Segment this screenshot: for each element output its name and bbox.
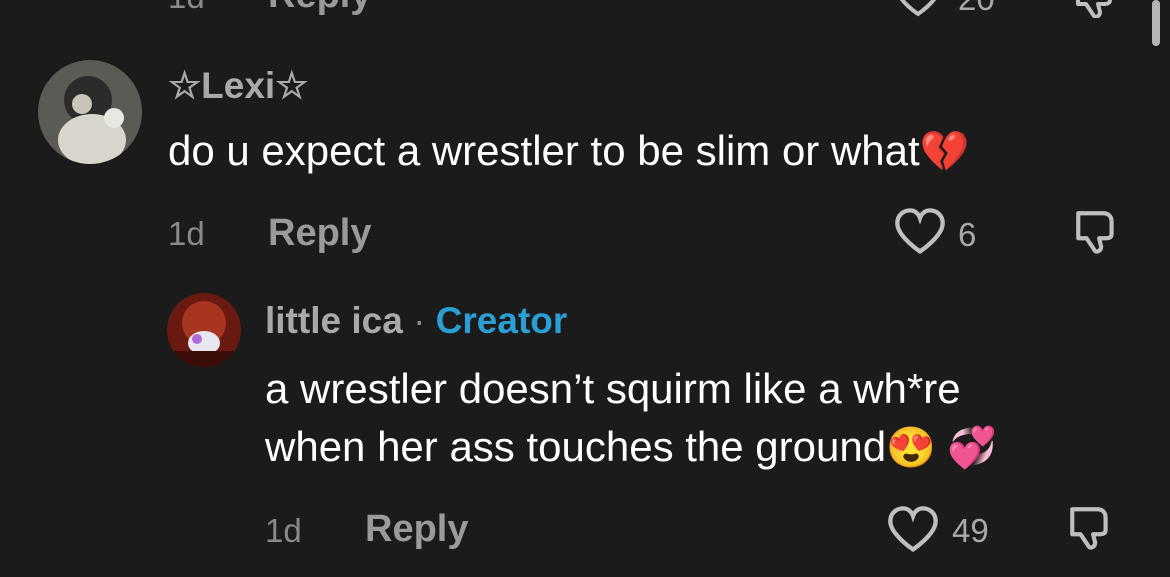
little-ica-avatar[interactable] <box>167 293 241 367</box>
separator-dot: · <box>413 300 426 341</box>
little-ica-comment-line2-wrap: when her ass touches the ground😍 💞 <box>265 418 997 477</box>
little-ica-like-count: 49 <box>952 512 989 549</box>
lexi-comment-text: do u expect a wrestler to be slim or wha… <box>168 122 970 181</box>
lexi-comment-body: do u expect a wrestler to be slim or wha… <box>168 127 920 174</box>
little-ica-comment-text: a wrestler doesn’t squirm like a wh*re w… <box>265 360 997 477</box>
top-time: 1d <box>168 0 205 16</box>
top-thumbs-down-icon[interactable] <box>1072 0 1120 18</box>
lexi-reply-button[interactable]: Reply <box>268 212 371 255</box>
creator-badge: Creator <box>435 300 568 341</box>
lexi-thumbs-down-icon[interactable] <box>1072 210 1122 254</box>
little-ica-comment-line2: when her ass touches the ground <box>265 423 887 470</box>
scrollbar[interactable] <box>1152 0 1160 46</box>
little-ica-comment-line1: a wrestler doesn’t squirm like a wh*re <box>265 365 961 412</box>
lexi-heart-outline-icon[interactable] <box>893 208 947 256</box>
little-ica-heart-outline-icon[interactable] <box>886 506 940 554</box>
little-ica-username[interactable]: little ica <box>265 300 403 341</box>
top-reply-button[interactable]: Reply <box>268 0 371 17</box>
top-avatar-fragment <box>424 0 476 18</box>
top-heart-outline-icon[interactable] <box>893 0 943 18</box>
lexi-like-count: 6 <box>958 216 977 253</box>
top-like-count: 20 <box>958 0 995 18</box>
lexi-time: 1d <box>168 215 205 252</box>
heart-eyes-and-hearts-emoji: 😍 💞 <box>886 426 997 470</box>
little-ica-header: little ica · Creator <box>265 300 567 342</box>
broken-heart-emoji: 💔 <box>919 130 970 174</box>
lexi-username[interactable]: ☆Lexi☆ <box>168 64 308 107</box>
little-ica-reply-button[interactable]: Reply <box>365 508 468 551</box>
lexi-avatar[interactable] <box>38 60 142 164</box>
little-ica-time: 1d <box>265 512 302 549</box>
little-ica-thumbs-down-icon[interactable] <box>1066 506 1116 550</box>
